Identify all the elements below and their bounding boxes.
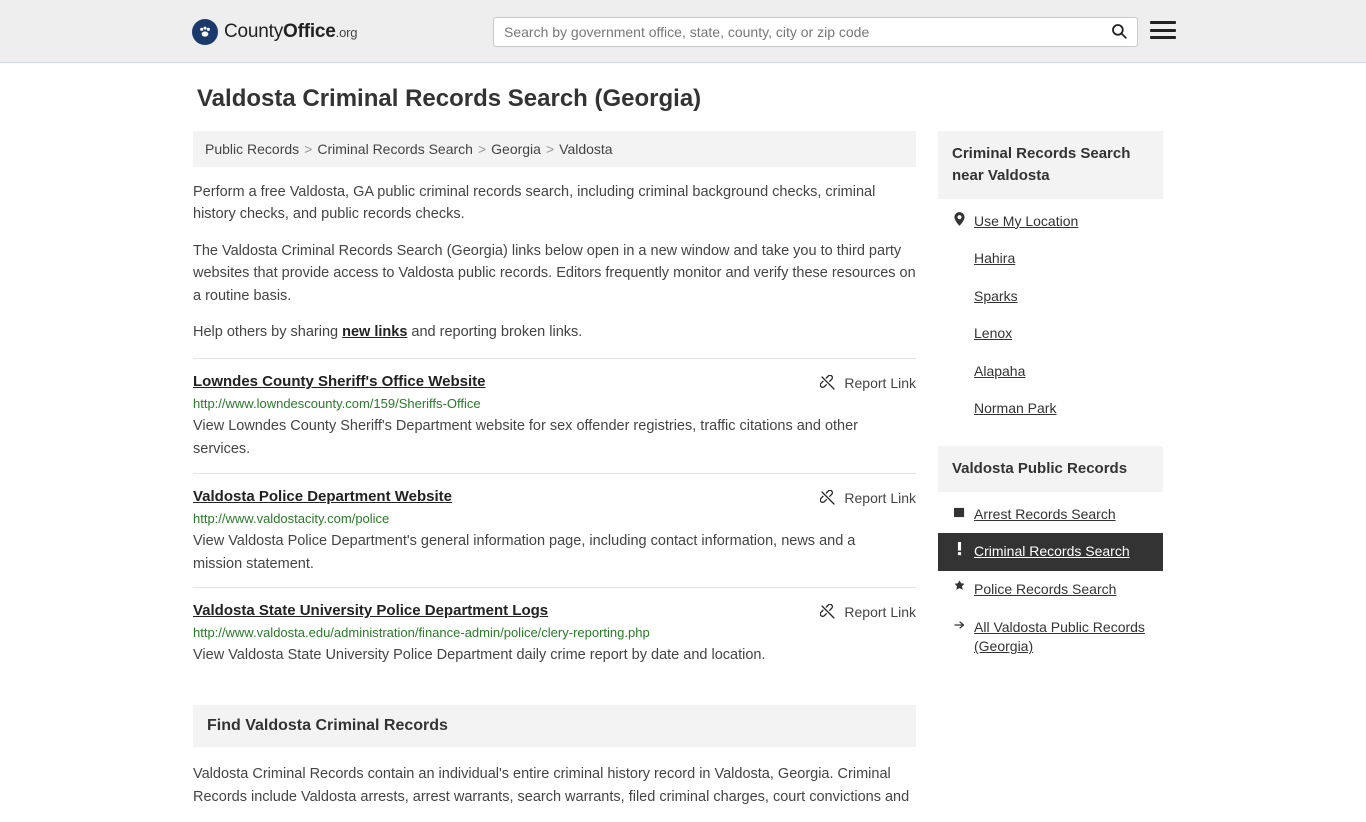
sidebar-item-criminal-records-search[interactable]: Criminal Records Search <box>938 533 1163 571</box>
report-link-button[interactable]: Report Link <box>820 374 916 391</box>
share-text-after: and reporting broken links. <box>407 324 583 341</box>
sidebar-item-sparks[interactable]: Sparks <box>938 278 1163 316</box>
sidebar-item-police-records-search[interactable]: Police Records Search <box>938 571 1163 609</box>
breadcrumb-item-2[interactable]: Georgia <box>491 141 541 157</box>
breadcrumb-separator: > <box>304 141 313 157</box>
sidebar-link-lenox[interactable]: Lenox <box>974 324 1012 344</box>
sidebar-link-all-public-records[interactable]: All Valdosta Public Records (Georgia) <box>974 618 1149 657</box>
breadcrumb-item-3[interactable]: Valdosta <box>559 141 612 157</box>
breadcrumb-separator: > <box>545 141 555 157</box>
sidebar-link-hahira[interactable]: Hahira <box>974 249 1015 269</box>
find-records-body: Valdosta Criminal Records contain an ind… <box>193 766 910 805</box>
breadcrumb-item-0[interactable]: Public Records <box>205 141 299 157</box>
intro-paragraph-3: Help others by sharing new links and rep… <box>193 321 916 343</box>
paw-badge-icon <box>192 19 218 45</box>
report-link-label: Report Link <box>844 604 916 621</box>
report-link-button[interactable]: Report Link <box>820 604 916 620</box>
sidebar-link-criminal-records-search[interactable]: Criminal Records Search <box>974 542 1130 562</box>
sidebar-card-public-records: Valdosta Public Records Arrest Records S… <box>938 446 1163 666</box>
sidebar-near-heading: Criminal Records Search near Valdosta <box>938 131 1163 199</box>
sidebar-public-records-list: Arrest Records Search Criminal Records S… <box>938 492 1163 666</box>
breadcrumb: Public Records > Criminal Records Search > G… <box>193 131 916 167</box>
sidebar-item-hahira[interactable]: Hahira <box>938 240 1163 278</box>
report-link-button[interactable]: Report Link <box>820 489 916 506</box>
search-input[interactable] <box>494 18 1101 46</box>
sidebar-item-norman-park[interactable]: Norman Park <box>938 390 1163 428</box>
arrow-right-icon <box>952 618 966 636</box>
breadcrumb-item-1[interactable]: Criminal Records Search <box>317 141 473 157</box>
intro-paragraph-1: Perform a free Valdosta, GA public crimi… <box>193 184 876 223</box>
listing-description: View Valdosta Police Department's genera… <box>193 532 856 572</box>
sidebar-item-use-my-location[interactable]: Use My Location <box>938 203 1163 241</box>
find-records-heading-box: Find Valdosta Criminal Records <box>193 705 916 748</box>
logo-county: County <box>224 21 284 42</box>
broken-link-icon <box>820 604 836 620</box>
intro-paragraph-2: The Valdosta Criminal Records Search (Ge… <box>193 242 916 304</box>
search-bar[interactable] <box>493 17 1138 47</box>
main-content: Public Records > Criminal Records Search > G… <box>193 131 916 822</box>
sidebar-link-alapaha[interactable]: Alapaha <box>974 362 1025 382</box>
hamburger-menu-icon[interactable] <box>1150 19 1176 41</box>
sidebar-link-use-my-location[interactable]: Use My Location <box>974 212 1078 232</box>
new-links-link[interactable]: new links <box>342 324 407 340</box>
broken-link-icon <box>820 489 836 506</box>
listing-url: http://www.valdosta.edu/administration/f… <box>193 625 650 641</box>
badge-icon <box>952 580 966 598</box>
listing-description: View Lowndes County Sheriff's Department… <box>193 417 859 457</box>
listing-title-link[interactable]: Lowndes County Sheriff's Office Website <box>193 373 486 390</box>
page-title: Valdosta Criminal Records Search (Georgi… <box>197 85 702 112</box>
sidebar-link-arrest-records-search[interactable]: Arrest Records Search <box>974 505 1116 525</box>
logo-org: .org <box>335 25 358 40</box>
report-link-label: Report Link <box>844 374 916 391</box>
map-pin-icon <box>952 211 966 231</box>
site-logo[interactable]: CountyOffice.org <box>192 19 357 45</box>
sidebar-link-norman-park[interactable]: Norman Park <box>974 399 1056 419</box>
page-body: Valdosta Criminal Records Search (Georgi… <box>0 63 1366 822</box>
listing-item: Valdosta State University Police Departm… <box>193 587 916 679</box>
sidebar-public-records-heading: Valdosta Public Records <box>938 446 1163 492</box>
broken-link-icon <box>820 374 836 391</box>
sidebar: Criminal Records Search near Valdosta Us… <box>938 131 1163 684</box>
sidebar-link-sparks[interactable]: Sparks <box>974 287 1018 307</box>
listing-description: View Valdosta State University Police De… <box>193 647 766 664</box>
sidebar-item-arrest-records-search[interactable]: Arrest Records Search <box>938 496 1163 534</box>
square-icon <box>952 505 966 523</box>
sidebar-item-lenox[interactable]: Lenox <box>938 315 1163 353</box>
listing-title-link[interactable]: Valdosta State University Police Departm… <box>193 602 548 619</box>
report-link-label: Report Link <box>844 489 916 506</box>
exclamation-icon <box>952 542 966 561</box>
search-button[interactable] <box>1101 18 1137 46</box>
breadcrumb-separator: > <box>477 141 487 157</box>
sidebar-item-all-public-records[interactable]: All Valdosta Public Records (Georgia) <box>938 609 1163 666</box>
sidebar-near-list: Use My Location Hahira Sparks Lenox Alap… <box>938 199 1163 429</box>
listing-url: http://www.lowndescounty.com/159/Sheriff… <box>193 395 481 411</box>
logo-wordmark: CountyOffice.org <box>224 21 357 43</box>
listing-item: Valdosta Police Department Website http:… <box>193 472 916 588</box>
find-records-heading: Find Valdosta Criminal Records <box>207 717 448 735</box>
logo-office: Office <box>283 21 336 42</box>
listing-title-link[interactable]: Valdosta Police Department Website <box>193 488 452 505</box>
share-text-before: Help others by sharing <box>193 324 343 341</box>
search-icon <box>1110 22 1128 43</box>
listing-item: Lowndes County Sheriff's Office Website … <box>193 357 916 473</box>
site-header: CountyOffice.org <box>0 0 1366 63</box>
sidebar-card-near: Criminal Records Search near Valdosta Us… <box>938 131 1163 428</box>
sidebar-item-alapaha[interactable]: Alapaha <box>938 353 1163 391</box>
listing-url: http://www.valdostacity.com/police <box>193 510 390 526</box>
sidebar-link-police-records-search[interactable]: Police Records Search <box>974 580 1116 600</box>
